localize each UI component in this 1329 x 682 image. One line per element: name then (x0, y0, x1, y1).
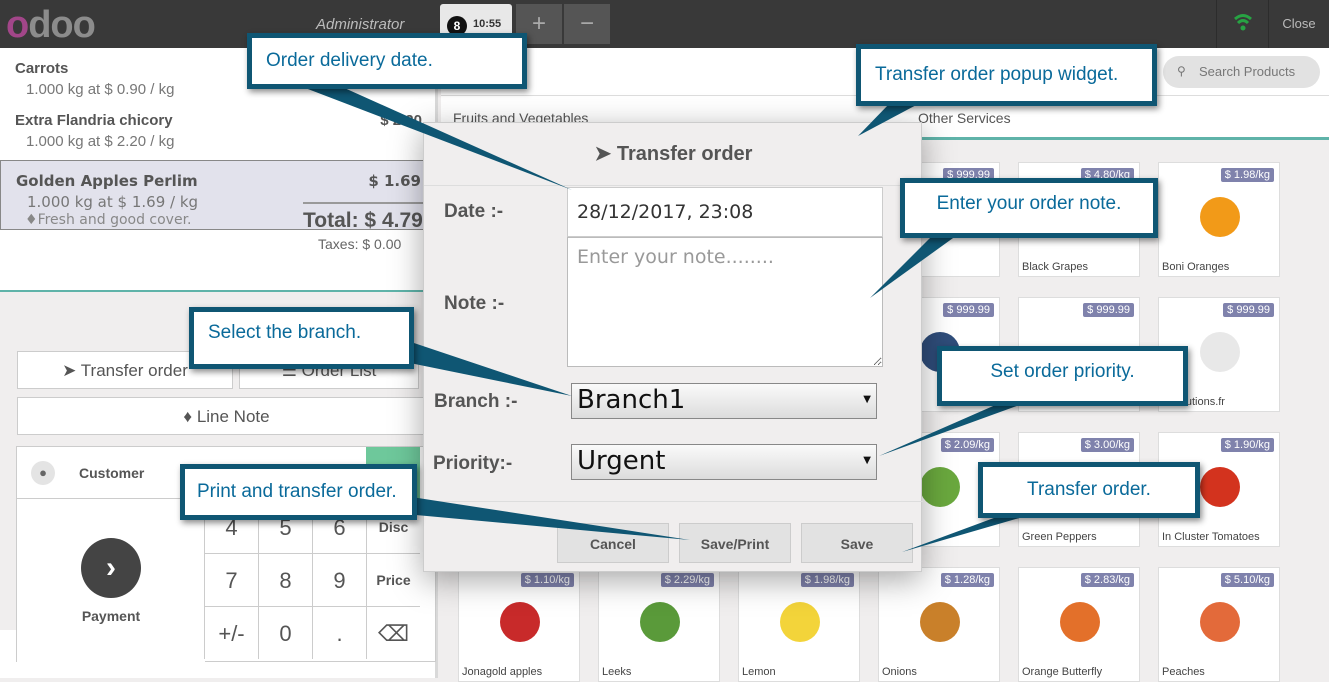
callout-branch: Select the branch. (189, 307, 414, 369)
callout-priority: Set order priority. (937, 346, 1188, 406)
callout-transfer: Transfer order. (978, 462, 1200, 518)
pointer-priority (879, 403, 1025, 456)
callout-delivery-date: Order delivery date. (247, 33, 527, 89)
pointer-transfer (902, 512, 1040, 552)
pointer-popup-widget (858, 103, 920, 136)
pointer-branch (405, 340, 572, 396)
callout-popup-widget: Transfer order popup widget. (856, 44, 1157, 106)
pointer-delivery-date (300, 86, 572, 190)
callout-print-transfer: Print and transfer order. (180, 464, 417, 520)
pointer-print-transfer (405, 496, 690, 540)
pointer-order-note (870, 233, 960, 298)
callout-order-note: Enter your order note. (900, 178, 1158, 238)
